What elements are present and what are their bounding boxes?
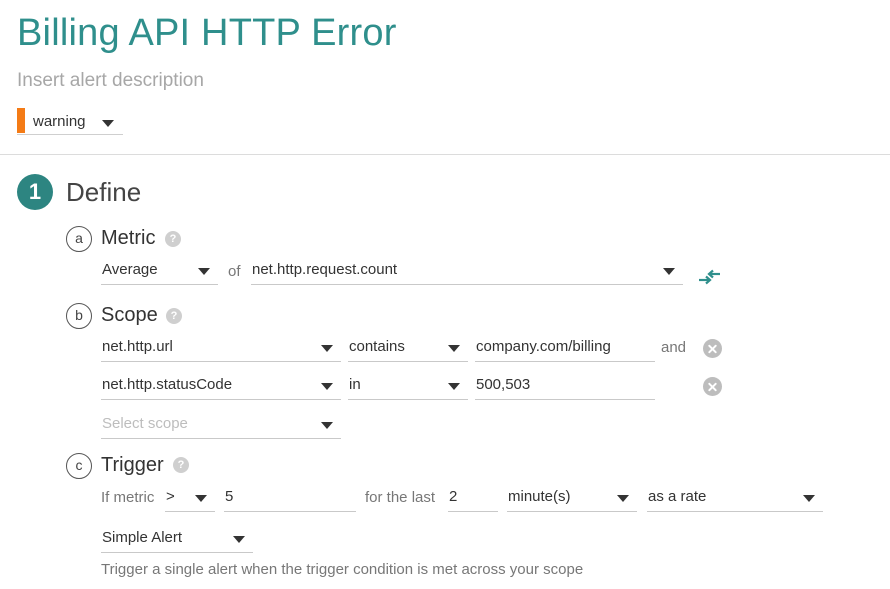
chevron-down-icon <box>102 120 114 127</box>
scope-key-value: net.http.statusCode <box>102 376 233 393</box>
trigger-section-title: Trigger <box>101 454 164 476</box>
chevron-down-icon <box>321 345 333 352</box>
chevron-down-icon <box>617 495 629 502</box>
scope-section-title: Scope <box>101 304 158 326</box>
trigger-mode-value: as a rate <box>648 488 707 505</box>
chevron-down-icon <box>321 422 333 429</box>
trigger-comparator-select[interactable]: > <box>165 486 215 512</box>
step-title: Define <box>66 177 142 207</box>
trigger-threshold-value: 5 <box>225 488 234 505</box>
scope-value-text: company.com/billing <box>476 338 611 355</box>
alert-description-input[interactable]: Insert alert description <box>17 70 204 92</box>
scope-joiner-label: and <box>661 339 687 356</box>
trigger-unit-value: minute(s) <box>508 488 571 505</box>
scope-operator-select[interactable]: in <box>348 374 468 400</box>
trigger-mode-select[interactable]: as a rate <box>647 486 823 512</box>
metric-section-title: Metric <box>101 227 156 249</box>
remove-scope-icon[interactable] <box>703 339 722 358</box>
trigger-duration-value: 2 <box>449 488 458 505</box>
trigger-threshold-input[interactable]: 5 <box>224 486 356 512</box>
scope-operator-value: contains <box>349 338 405 355</box>
severity-color-indicator <box>17 108 25 133</box>
scope-key-select[interactable]: net.http.url <box>101 336 341 362</box>
help-icon[interactable]: ? <box>165 231 181 247</box>
trigger-letter-badge: c <box>66 453 92 479</box>
scope-operator-value: in <box>349 376 361 393</box>
scope-key-value: net.http.url <box>102 338 173 355</box>
help-icon[interactable]: ? <box>166 308 182 324</box>
metric-aggregation-value: Average <box>102 261 158 278</box>
select-scope-dropdown[interactable]: Select scope <box>101 413 341 439</box>
chevron-down-icon <box>321 383 333 390</box>
scope-value-input[interactable]: company.com/billing <box>475 336 655 362</box>
trigger-duration-input[interactable]: 2 <box>448 486 498 512</box>
alert-type-description: Trigger a single alert when the trigger … <box>101 561 584 578</box>
chevron-down-icon <box>198 268 210 275</box>
remove-scope-icon[interactable] <box>703 377 722 396</box>
alert-type-select[interactable]: Simple Alert <box>101 527 253 553</box>
scope-value-text: 500,503 <box>476 376 531 393</box>
step-number-badge: 1 <box>17 174 53 210</box>
swap-metric-icon[interactable] <box>698 266 722 286</box>
select-scope-placeholder: Select scope <box>102 415 188 432</box>
trigger-unit-select[interactable]: minute(s) <box>507 486 637 512</box>
alert-title[interactable]: Billing API HTTP Error <box>17 12 397 55</box>
chevron-down-icon <box>448 345 460 352</box>
metric-name-select[interactable]: net.http.request.count <box>251 259 683 285</box>
of-label: of <box>228 263 241 280</box>
metric-name-value: net.http.request.count <box>252 261 398 278</box>
chevron-down-icon <box>233 536 245 543</box>
scope-operator-select[interactable]: contains <box>348 336 468 362</box>
help-icon[interactable]: ? <box>173 457 189 473</box>
metric-letter-badge: a <box>66 226 92 252</box>
metric-aggregation-select[interactable]: Average <box>101 259 218 285</box>
chevron-down-icon <box>195 495 207 502</box>
chevron-down-icon <box>448 383 460 390</box>
divider <box>0 154 890 155</box>
scope-key-select[interactable]: net.http.statusCode <box>101 374 341 400</box>
chevron-down-icon <box>803 495 815 502</box>
scope-value-input[interactable]: 500,503 <box>475 374 655 400</box>
for-the-last-label: for the last <box>365 489 436 506</box>
severity-value: warning <box>33 113 86 130</box>
trigger-comparator-value: > <box>166 488 175 505</box>
if-metric-label: If metric <box>101 489 155 506</box>
scope-letter-badge: b <box>66 303 92 329</box>
severity-select[interactable]: warning <box>17 108 123 135</box>
alert-type-value: Simple Alert <box>102 529 183 546</box>
chevron-down-icon <box>663 268 675 275</box>
